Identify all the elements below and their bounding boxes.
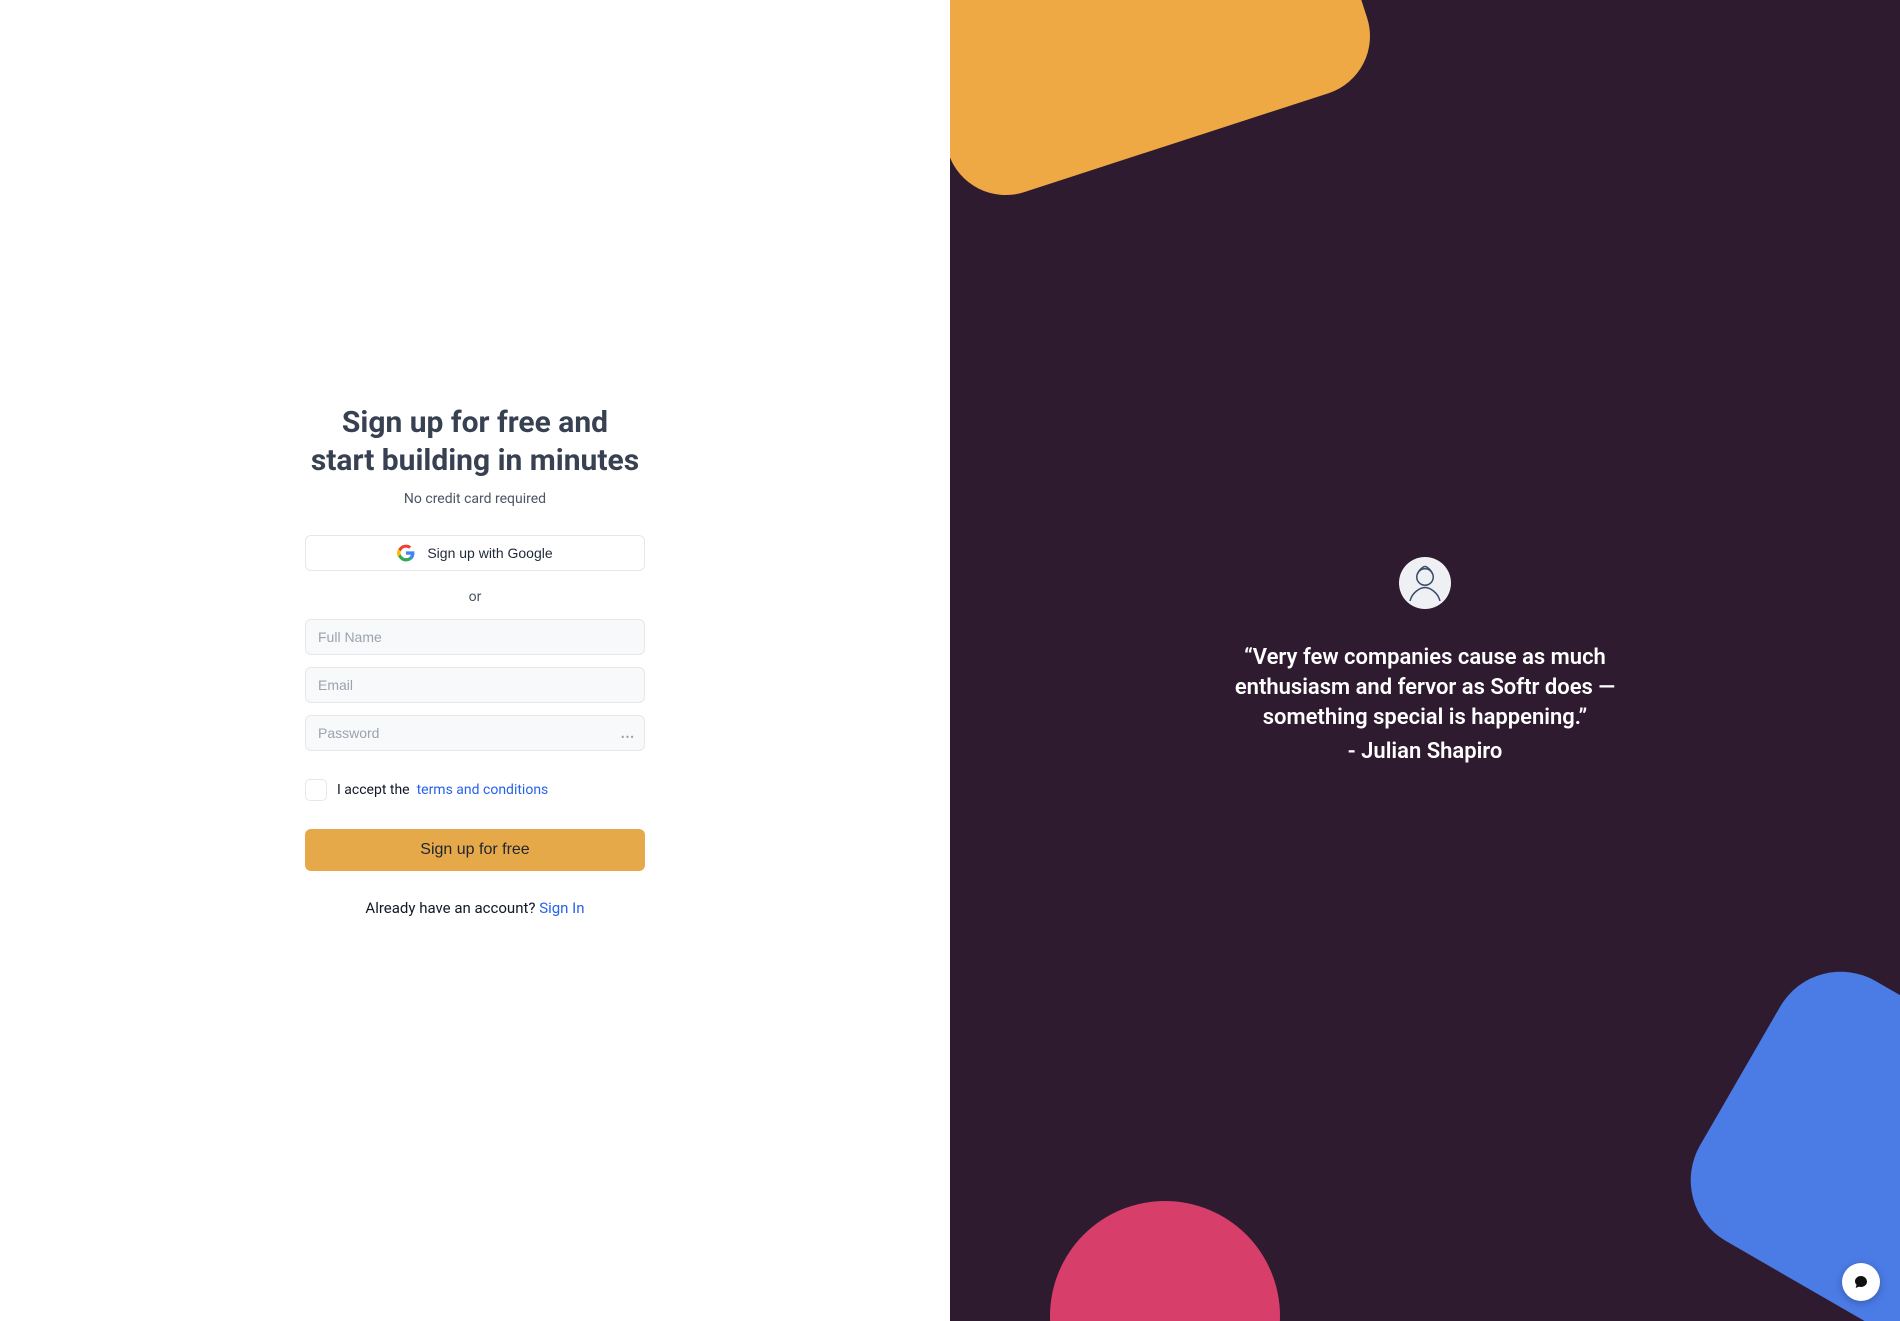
email-input[interactable] (305, 667, 645, 703)
password-wrapper: ••• (305, 715, 645, 763)
testimonial-attribution: - Julian Shapiro (1230, 739, 1620, 764)
already-account: Already have an account? Sign In (305, 899, 645, 917)
terms-row: I accept the terms and conditions (305, 779, 645, 801)
password-visibility-icon[interactable]: ••• (621, 731, 635, 744)
google-signup-button[interactable]: Sign up with Google (305, 535, 645, 571)
page-container: Sign up for free and start building in m… (0, 0, 1900, 1321)
testimonial-panel: “Very few companies cause as much enthus… (950, 0, 1900, 1321)
testimonial-quote: “Very few companies cause as much enthus… (1230, 643, 1620, 732)
google-button-label: Sign up with Google (427, 545, 552, 561)
signup-submit-button[interactable]: Sign up for free (305, 829, 645, 871)
terms-prefix: I accept the (337, 782, 410, 798)
password-input[interactable] (305, 715, 645, 751)
signup-panel: Sign up for free and start building in m… (0, 0, 950, 1321)
signup-form: Sign up for free and start building in m… (305, 404, 645, 917)
page-title: Sign up for free and start building in m… (305, 404, 645, 479)
avatar-icon (1401, 559, 1449, 607)
sign-in-link[interactable]: Sign In (539, 899, 584, 917)
chat-icon (1853, 1274, 1869, 1290)
headline-line-1: Sign up for free and (342, 405, 608, 440)
headline-line-2: start building in minutes (311, 443, 639, 478)
divider-or: or (305, 589, 645, 605)
decor-shape-pink (1050, 1201, 1280, 1321)
terms-text: I accept the terms and conditions (337, 782, 548, 798)
subheading: No credit card required (305, 491, 645, 507)
terms-link[interactable]: terms and conditions (417, 782, 549, 798)
terms-checkbox[interactable] (305, 779, 327, 801)
fullname-input[interactable] (305, 619, 645, 655)
chat-widget-button[interactable] (1842, 1263, 1880, 1301)
google-icon (397, 544, 415, 562)
already-prefix: Already have an account? (365, 899, 539, 917)
decor-shape-orange (950, 0, 1386, 211)
testimonial: “Very few companies cause as much enthus… (1210, 557, 1640, 763)
avatar (1399, 557, 1451, 609)
